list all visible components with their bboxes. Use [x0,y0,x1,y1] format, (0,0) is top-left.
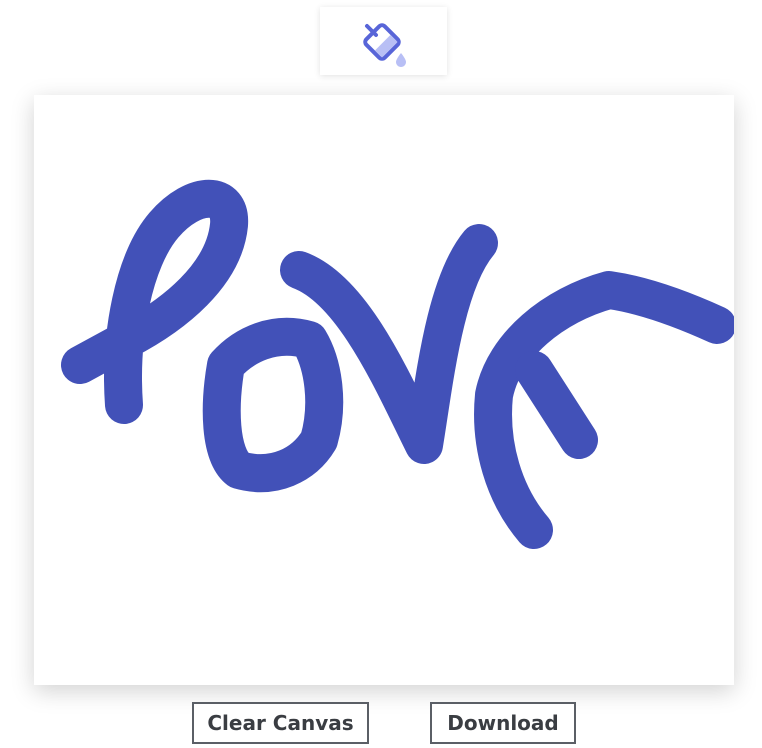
drawing-canvas[interactable] [34,95,734,685]
stroke-2 [202,317,344,493]
stroke-5 [515,351,598,459]
download-button[interactable]: Download [430,702,576,744]
stroke-4 [474,271,734,549]
drawing-strokes [61,179,734,549]
color-picker-button[interactable] [320,7,447,75]
clear-canvas-button[interactable]: Clear Canvas [192,702,369,744]
paint-bucket-icon [362,23,406,67]
drawing-app: Clear Canvas Download [0,0,762,748]
